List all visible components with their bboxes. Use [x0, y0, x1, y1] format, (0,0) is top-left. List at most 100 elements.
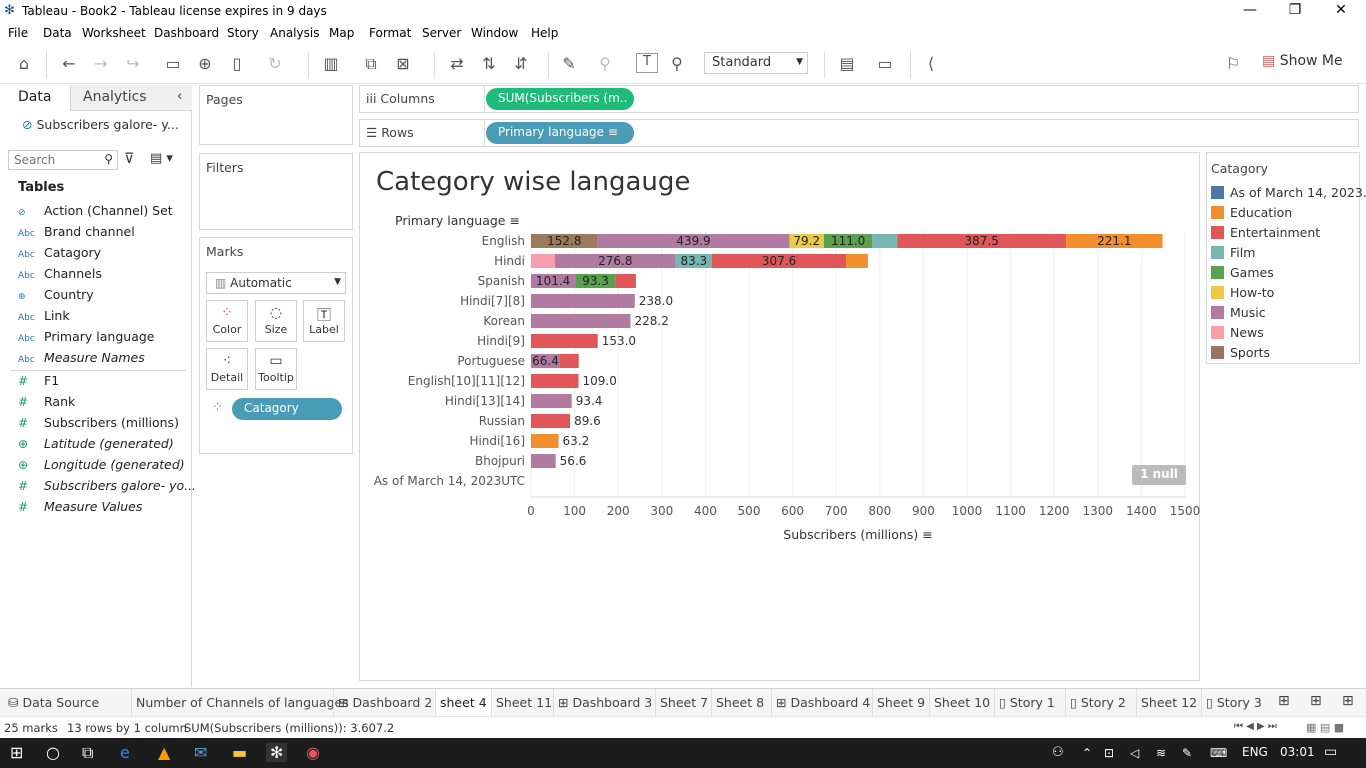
sheet-tab[interactable]: ⊞ Dashboard 4: [776, 695, 870, 710]
category-label[interactable]: Hindi[13][14]: [445, 394, 525, 408]
pause-updates-icon[interactable]: ▯: [226, 54, 248, 73]
category-label[interactable]: Hindi: [494, 254, 525, 268]
category-label[interactable]: Bhojpuri: [475, 454, 525, 468]
tab-analytics[interactable]: Analytics ‹: [70, 85, 192, 111]
category-label[interactable]: English[10][11][12]: [408, 374, 525, 388]
category-label[interactable]: Hindi[7][8]: [460, 294, 525, 308]
category-label[interactable]: Portuguese: [457, 354, 525, 368]
pages-card[interactable]: Pages: [199, 85, 353, 145]
sheet-tab[interactable]: sheet 4: [434, 689, 493, 716]
swap-rows-columns-icon[interactable]: ⇄: [446, 54, 468, 73]
dimension-field[interactable]: ⊘ Action (Channel) Set: [18, 203, 173, 221]
sheet-tab[interactable]: Sheet 12: [1141, 695, 1197, 710]
tray-arrow-icon[interactable]: ⌃: [1082, 746, 1092, 760]
sheet-tab[interactable]: ▯ Story 1: [999, 695, 1055, 710]
new-story-icon[interactable]: ⊞: [1342, 693, 1354, 709]
category-label[interactable]: As of March 14, 2023UTC: [374, 474, 525, 488]
tableau-taskbar-icon[interactable]: ✻: [266, 743, 288, 762]
menu-analysis[interactable]: Analysis: [270, 26, 319, 40]
category-label[interactable]: Spanish: [478, 274, 525, 288]
detail-button[interactable]: ⁖ Detail: [206, 348, 248, 390]
home-icon[interactable]: ⌂: [13, 54, 35, 73]
wifi-icon[interactable]: ≋: [1156, 746, 1166, 760]
menu-data[interactable]: Data: [43, 26, 72, 40]
sheet-tab[interactable]: Sheet 8: [716, 695, 764, 710]
category-label[interactable]: Korean: [483, 314, 525, 328]
legend-item[interactable]: Sports: [1211, 345, 1270, 360]
sheet-tab[interactable]: Sheet 11: [496, 695, 552, 710]
sheet-tab[interactable]: ▯ Story 2: [1070, 695, 1126, 710]
menu-map[interactable]: Map: [329, 26, 354, 40]
replay-icon[interactable]: ↪: [122, 54, 144, 73]
catagory-color-pill[interactable]: Catagory: [232, 398, 342, 420]
sheet-tab[interactable]: ⊞ Dashboard 3: [558, 695, 652, 710]
bar-segment[interactable]: [531, 454, 556, 468]
paintbrush-icon[interactable]: ⚐: [1222, 54, 1244, 73]
network-icon[interactable]: ⊡: [1104, 746, 1114, 760]
bar-chart[interactable]: Primary language ≡ English 152.8 439.9 79.2 1…: [360, 153, 1201, 682]
sheet-tab[interactable]: Sheet 9: [877, 695, 925, 710]
show-cards-icon[interactable]: ▤: [836, 54, 858, 73]
dimension-field[interactable]: Abc Primary language: [18, 329, 154, 347]
null-indicator[interactable]: 1 null: [1132, 465, 1186, 485]
clear-sheet-icon[interactable]: ⊠: [392, 54, 414, 73]
sort-ascending-icon[interactable]: ⇅: [478, 54, 500, 73]
file-explorer-icon[interactable]: ▬: [232, 743, 247, 762]
duplicate-sheet-icon[interactable]: ⧉: [360, 54, 382, 74]
dimension-field[interactable]: Abc Measure Names: [18, 350, 145, 368]
columns-pill[interactable]: SUM(Subscribers (m..: [486, 88, 634, 110]
fix-axes-icon[interactable]: ⚲: [666, 54, 688, 73]
bar-segment[interactable]: [559, 354, 579, 368]
bar-segment[interactable]: [531, 394, 572, 408]
legend-item[interactable]: Music: [1211, 305, 1266, 320]
edge-icon[interactable]: e: [120, 743, 130, 762]
menu-dashboard[interactable]: Dashboard: [154, 26, 219, 40]
show-me-button[interactable]: ▤ Show Me: [1262, 53, 1343, 69]
measure-field[interactable]: # Measure Values: [18, 499, 142, 517]
windows-start-icon[interactable]: ⊞: [10, 743, 23, 762]
dimension-field[interactable]: Abc Channels: [18, 266, 102, 284]
show-mark-labels-icon[interactable]: T: [636, 53, 658, 73]
category-label[interactable]: Russian: [479, 414, 525, 428]
legend-item[interactable]: News: [1211, 325, 1264, 340]
language-indicator[interactable]: ENG: [1242, 745, 1268, 759]
pen-icon[interactable]: ✎: [1182, 746, 1192, 760]
menu-window[interactable]: Window: [471, 26, 518, 40]
volume-icon[interactable]: ◁: [1130, 746, 1139, 760]
category-label[interactable]: Hindi[16]: [469, 434, 525, 448]
new-dashboard-icon[interactable]: ⊞: [1310, 693, 1322, 709]
sheet-navigation-icon[interactable]: ⏮ ◀ ▶ ⏭: [1234, 721, 1277, 732]
menu-format[interactable]: Format: [369, 26, 411, 40]
bar-segment[interactable]: [615, 274, 636, 288]
tab-data[interactable]: Data: [0, 85, 70, 111]
mail-icon[interactable]: ✉: [194, 743, 207, 762]
vlc-icon[interactable]: ▲: [158, 743, 170, 762]
undo-icon[interactable]: ←: [58, 54, 80, 73]
notification-icon[interactable]: ▭: [1324, 744, 1337, 760]
dimension-field[interactable]: Abc Catagory: [18, 245, 101, 263]
bar-segment[interactable]: [531, 374, 579, 388]
refresh-icon[interactable]: ↻: [264, 54, 286, 73]
dimension-field[interactable]: Abc Link: [18, 308, 70, 326]
datasource-item[interactable]: ⊘ Subscribers galore- y...: [22, 117, 179, 132]
bar-segment[interactable]: [531, 434, 559, 448]
view-options-icon[interactable]: ▤ ▾: [150, 151, 173, 166]
dimension-field[interactable]: ⊕ Country: [18, 287, 94, 305]
rows-pill[interactable]: Primary language ≡: [486, 122, 634, 144]
redo-icon[interactable]: →: [90, 54, 112, 73]
sheet-tab[interactable]: Sheet 10: [934, 695, 990, 710]
measure-field[interactable]: # F1: [18, 373, 59, 391]
category-label[interactable]: Hindi[9]: [477, 334, 525, 348]
new-worksheet-icon[interactable]: ⊞: [1278, 693, 1290, 709]
restore-icon[interactable]: ❐: [1283, 2, 1307, 18]
new-datasource-icon[interactable]: ⊕: [194, 54, 216, 73]
color-button[interactable]: ⁘ Color: [206, 300, 248, 342]
mark-type-dropdown[interactable]: ▥ Automatic ▼: [206, 272, 346, 294]
bar-segment[interactable]: [846, 254, 868, 268]
share-icon[interactable]: ⟨: [920, 54, 942, 73]
sheet-tab[interactable]: Number of Channels of languages: [136, 695, 349, 710]
bar-segment[interactable]: [531, 334, 598, 348]
save-icon[interactable]: ▭: [162, 54, 184, 73]
measure-field[interactable]: ⊕ Latitude (generated): [18, 436, 174, 454]
measure-field[interactable]: ⊕ Longitude (generated): [18, 457, 185, 475]
